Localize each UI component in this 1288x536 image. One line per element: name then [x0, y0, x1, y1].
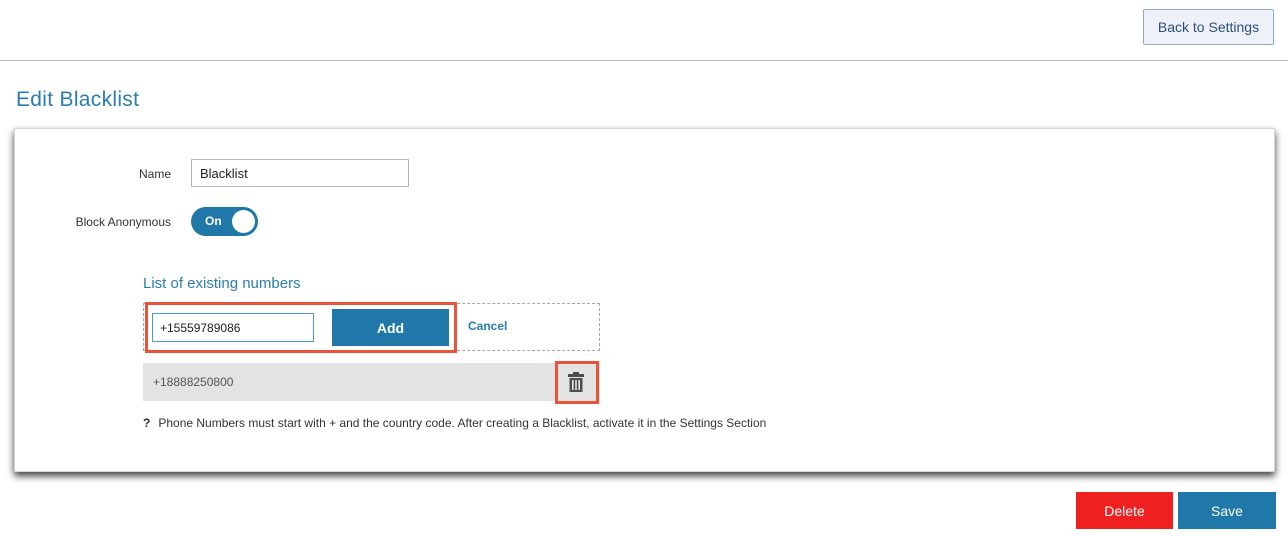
list-item: +18888250800 — [143, 363, 600, 401]
top-bar: Back to Settings — [0, 0, 1288, 61]
toggle-knob — [232, 210, 255, 233]
add-number-button[interactable]: Add — [332, 309, 449, 346]
blacklist-form-card: Name Block Anonymous On List of existing… — [14, 128, 1275, 472]
block-anonymous-label: Block Anonymous — [75, 215, 171, 229]
back-to-settings-button[interactable]: Back to Settings — [1143, 9, 1274, 45]
new-number-input[interactable] — [152, 313, 314, 342]
existing-numbers-heading: List of existing numbers — [143, 275, 301, 292]
block-anonymous-toggle[interactable]: On — [191, 207, 258, 236]
trash-icon[interactable] — [567, 371, 585, 393]
name-label: Name — [138, 167, 171, 181]
page-title: Edit Blacklist — [16, 88, 140, 111]
name-input[interactable] — [191, 159, 409, 187]
toggle-state-label: On — [205, 214, 222, 228]
cancel-link[interactable]: Cancel — [468, 319, 507, 333]
existing-number: +18888250800 — [153, 375, 234, 389]
delete-button[interactable]: Delete — [1076, 492, 1173, 529]
help-message: Phone Numbers must start with + and the … — [158, 416, 767, 430]
help-text: ? Phone Numbers must start with + and the… — [143, 416, 766, 430]
save-button[interactable]: Save — [1178, 492, 1276, 529]
help-icon: ? — [143, 416, 151, 430]
